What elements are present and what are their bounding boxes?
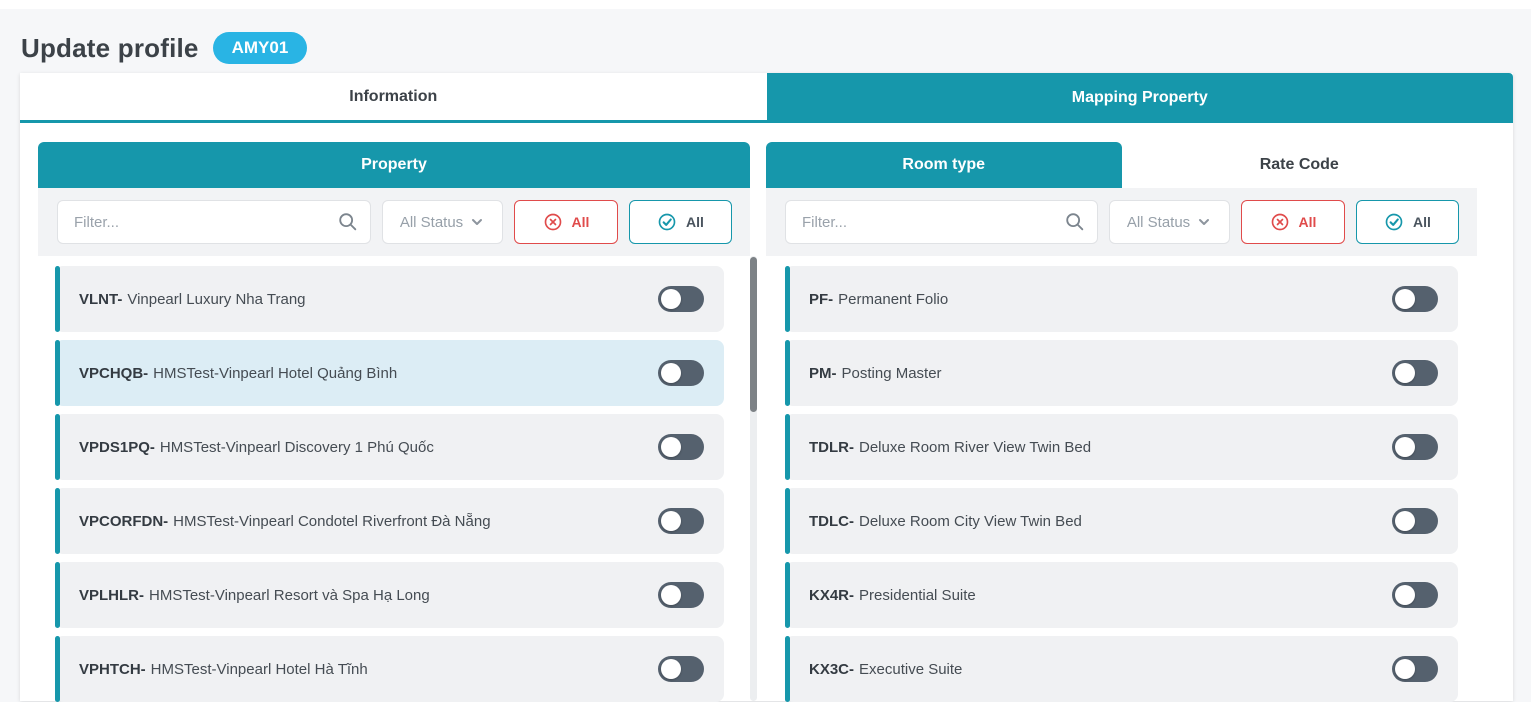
property-toggle[interactable] (658, 434, 704, 460)
tab-information[interactable]: Information (20, 73, 767, 123)
roomtype-toggle[interactable] (1392, 360, 1438, 386)
property-list: VLNT- Vinpearl Luxury Nha Trang VPCHQB- … (38, 256, 750, 702)
main-tabs: Information Mapping Property (20, 73, 1513, 123)
property-panel: Property All Status (38, 142, 750, 701)
property-list-item[interactable]: VLNT- Vinpearl Luxury Nha Trang (55, 266, 724, 332)
property-filter-input[interactable] (57, 200, 371, 244)
check-circle-icon (1384, 212, 1404, 232)
roomtype-list-item[interactable]: KX4R- Presidential Suite (785, 562, 1458, 628)
property-filter-wrap (57, 200, 371, 244)
roomtype-name: Permanent Folio (838, 291, 1392, 308)
property-name: Vinpearl Luxury Nha Trang (127, 291, 658, 308)
roomtype-list-item[interactable]: TDLR- Deluxe Room River View Twin Bed (785, 414, 1458, 480)
profile-code-badge: AMY01 (213, 32, 308, 64)
roomtype-code: TDLC- (809, 513, 854, 530)
roomtype-list-item[interactable]: PF- Permanent Folio (785, 266, 1458, 332)
property-toggle[interactable] (658, 508, 704, 534)
roomtype-name: Deluxe Room River View Twin Bed (859, 439, 1392, 456)
roomtype-name: Executive Suite (859, 661, 1392, 678)
roomtype-name: Posting Master (842, 365, 1393, 382)
property-code: VPHTCH- (79, 661, 146, 678)
roomtype-filter-input[interactable] (785, 200, 1098, 244)
property-list-item[interactable]: VPCORFDN- HMSTest-Vinpearl Condotel Rive… (55, 488, 724, 554)
property-toggle[interactable] (658, 286, 704, 312)
roomtype-code: TDLR- (809, 439, 854, 456)
roomtype-code: PM- (809, 365, 837, 382)
roomtype-name: Deluxe Room City View Twin Bed (859, 513, 1392, 530)
tab-mapping-property-label: Mapping Property (1072, 89, 1208, 107)
page-title: Update profile (21, 33, 199, 64)
property-list-scrollbar[interactable] (750, 257, 757, 412)
property-status-label: All Status (400, 214, 463, 231)
chevron-down-icon (469, 214, 485, 230)
roomtype-toggle[interactable] (1392, 582, 1438, 608)
property-list-item[interactable]: VPLHLR- HMSTest-Vinpearl Resort và Spa H… (55, 562, 724, 628)
property-code: VPCORFDN- (79, 513, 168, 530)
property-status-dropdown[interactable]: All Status (382, 200, 503, 244)
roomtype-uncheck-all-label: All (1299, 214, 1317, 230)
roomtype-list-item[interactable]: PM- Posting Master (785, 340, 1458, 406)
check-circle-icon (657, 212, 677, 232)
chevron-down-icon (1196, 214, 1212, 230)
main-card: Information Mapping Property Property (20, 73, 1513, 701)
property-uncheck-all-label: All (572, 214, 590, 230)
property-code: VPLHLR- (79, 587, 144, 604)
roomtype-status-label: All Status (1127, 214, 1190, 231)
roomtype-code: PF- (809, 291, 833, 308)
tab-room-type[interactable]: Room type (766, 142, 1122, 188)
property-panel-header: Property (38, 142, 750, 188)
property-uncheck-all-button[interactable]: All (514, 200, 618, 244)
property-code: VPCHQB- (79, 365, 148, 382)
property-name: HMSTest-Vinpearl Hotel Hà Tĩnh (151, 661, 658, 678)
x-circle-icon (543, 212, 563, 232)
roomtype-list-item[interactable]: KX3C- Executive Suite (785, 636, 1458, 702)
property-filter-bar: All Status All (38, 188, 750, 256)
property-name: HMSTest-Vinpearl Discovery 1 Phú Quốc (160, 439, 658, 456)
roomtype-code: KX4R- (809, 587, 854, 604)
tab-content: Property All Status (20, 123, 1513, 701)
property-code: VPDS1PQ- (79, 439, 155, 456)
roomtype-uncheck-all-button[interactable]: All (1241, 200, 1345, 244)
tab-room-type-label: Room type (902, 156, 985, 174)
property-list-item[interactable]: VPHTCH- HMSTest-Vinpearl Hotel Hà Tĩnh (55, 636, 724, 702)
tab-information-label: Information (349, 88, 437, 106)
mapping-sub-tabs: Room type Rate Code (766, 142, 1477, 188)
roomtype-list-item[interactable]: TDLC- Deluxe Room City View Twin Bed (785, 488, 1458, 554)
roomtype-filter-wrap (785, 200, 1098, 244)
property-name: HMSTest-Vinpearl Resort và Spa Hạ Long (149, 587, 658, 604)
roomtype-filter-bar: All Status All (766, 188, 1477, 256)
roomtype-list: PF- Permanent Folio PM- Posting Master T… (766, 256, 1477, 702)
property-check-all-label: All (686, 214, 704, 230)
property-toggle[interactable] (658, 656, 704, 682)
roomtype-name: Presidential Suite (859, 587, 1392, 604)
property-toggle[interactable] (658, 582, 704, 608)
property-toggle[interactable] (658, 360, 704, 386)
property-panel-title: Property (361, 156, 427, 174)
roomtype-toggle[interactable] (1392, 508, 1438, 534)
property-name: HMSTest-Vinpearl Hotel Quảng Bình (153, 365, 658, 382)
tab-rate-code[interactable]: Rate Code (1122, 142, 1478, 188)
roomtype-toggle[interactable] (1392, 434, 1438, 460)
search-icon (1064, 211, 1086, 233)
search-icon (337, 211, 359, 233)
property-code: VLNT- (79, 291, 122, 308)
roomtype-toggle[interactable] (1392, 286, 1438, 312)
roomtype-check-all-label: All (1413, 214, 1431, 230)
page-header: Update profile AMY01 (0, 9, 1531, 73)
roomtype-code: KX3C- (809, 661, 854, 678)
roomtype-toggle[interactable] (1392, 656, 1438, 682)
property-list-item[interactable]: VPCHQB- HMSTest-Vinpearl Hotel Quảng Bìn… (55, 340, 724, 406)
top-strip (0, 0, 1531, 9)
mapping-panel: Room type Rate Code All Status (766, 142, 1477, 701)
property-check-all-button[interactable]: All (629, 200, 732, 244)
tab-mapping-property[interactable]: Mapping Property (767, 73, 1514, 123)
roomtype-status-dropdown[interactable]: All Status (1109, 200, 1230, 244)
tab-rate-code-label: Rate Code (1260, 156, 1339, 174)
x-circle-icon (1270, 212, 1290, 232)
property-list-item[interactable]: VPDS1PQ- HMSTest-Vinpearl Discovery 1 Ph… (55, 414, 724, 480)
property-name: HMSTest-Vinpearl Condotel Riverfront Đà … (173, 513, 658, 530)
roomtype-check-all-button[interactable]: All (1356, 200, 1459, 244)
